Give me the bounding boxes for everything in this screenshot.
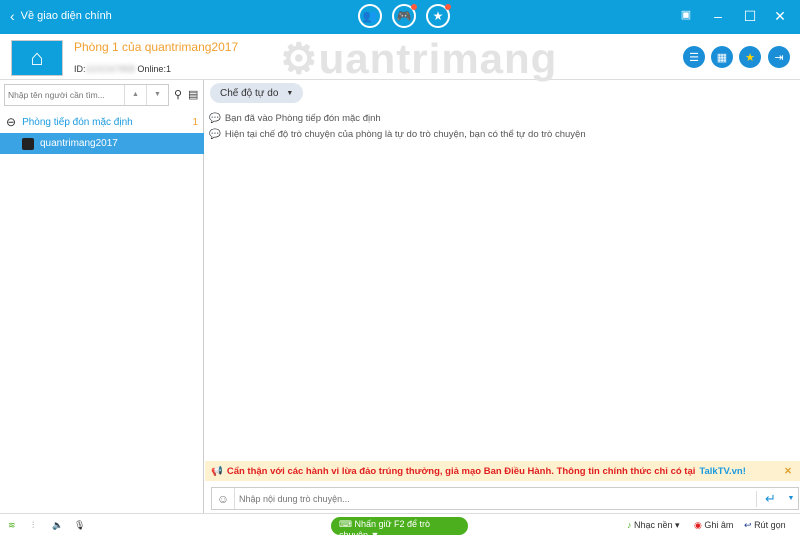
send-options-icon[interactable]: ▼	[784, 495, 798, 502]
back-label: Về giao diện chính	[20, 10, 112, 22]
close-warning-icon[interactable]: ✕	[784, 466, 792, 477]
star-icon: ★	[432, 9, 444, 23]
collapse-button[interactable]: ↩ Rút gọn	[744, 520, 786, 531]
wifi-icon: ≋	[8, 520, 16, 530]
user-search[interactable]: ▲▼	[4, 84, 169, 106]
exit-icon: ⇥	[774, 51, 784, 64]
grid-button[interactable]: ▦	[711, 46, 733, 68]
close-button[interactable]: ✕	[770, 8, 790, 25]
back-button[interactable]: ‹ Về giao diện chính	[10, 8, 112, 24]
star-icon: ★	[745, 51, 755, 64]
chat-message: 💬 Bạn đã vào Phòng tiếp đón mặc định	[209, 113, 381, 124]
user-avatar-icon	[22, 137, 34, 150]
emoji-icon[interactable]: ☺	[212, 492, 234, 506]
chat-mode-dropdown[interactable]: Chế độ tự do ▼	[210, 83, 304, 103]
collapse-icon: ⊖	[6, 115, 17, 129]
menu-button[interactable]: ☰	[683, 46, 705, 68]
chevron-left-icon: ‹	[10, 8, 15, 24]
menu-icon: ☰	[689, 51, 699, 64]
list-icon[interactable]: ▤	[188, 88, 198, 101]
megaphone-icon: 📢	[211, 465, 223, 477]
search-input[interactable]	[5, 90, 124, 100]
search-up-button[interactable]: ▲	[124, 85, 146, 105]
friends-button[interactable]: 👥	[358, 4, 382, 28]
speech-bubble-icon: 💬	[209, 113, 221, 124]
equalizer-icon[interactable]: ⫶	[32, 520, 34, 531]
room-id: ID:1102167858 Online:1	[74, 64, 171, 74]
room-house-icon: ⌂	[11, 40, 63, 76]
push-to-talk-button[interactable]: ⌨ Nhấn giữ F2 để trò chuyện ▼	[331, 517, 468, 540]
chat-input-box: ☺ ↵▼	[211, 487, 799, 510]
group-count: 1	[192, 116, 198, 128]
watermark-logo: ⚙uantrimang	[280, 35, 558, 82]
chat-message: 💬 Hiện tại chế độ trò chuyện của phòng là…	[209, 129, 586, 140]
room-title: Phòng 1 của quantrimang2017	[74, 40, 239, 54]
speech-bubble-icon: 💬	[209, 129, 221, 140]
pin-button[interactable]: ▣	[676, 8, 696, 21]
search-down-button[interactable]: ▼	[146, 85, 168, 105]
warning-banner: 📢 Cẩn thận với các hành vi lừa đảo trúng …	[205, 461, 800, 481]
record-button[interactable]: ◉ Ghi âm	[694, 520, 733, 531]
send-icon[interactable]: ↵	[756, 490, 784, 507]
user-item-selected[interactable]: quantrimang2017	[0, 133, 204, 154]
location-icon[interactable]: ⚲	[174, 88, 182, 101]
chat-input[interactable]	[234, 488, 756, 509]
group-row[interactable]: ⊖ Phòng tiếp đón mặc định 1	[0, 112, 204, 132]
grid-icon: ▦	[716, 51, 728, 64]
talktv-link[interactable]: TalkTV.vn!	[699, 466, 745, 477]
users-icon: 👥	[362, 9, 378, 23]
maximize-button[interactable]: ☐	[740, 8, 760, 25]
music-button[interactable]: ♪ Nhạc nền ▾	[627, 520, 680, 531]
minimize-button[interactable]: –	[708, 8, 728, 24]
favorites-button[interactable]: ★	[426, 4, 451, 28]
microphone-icon[interactable]: 🎙	[74, 520, 85, 531]
games-button[interactable]: 🎮	[392, 4, 417, 28]
exit-button[interactable]: ⇥	[768, 46, 790, 68]
gamepad-icon: 🎮	[396, 9, 412, 23]
keyboard-icon: ⌨	[339, 519, 355, 529]
favorite-button[interactable]: ★	[739, 46, 761, 68]
speaker-icon[interactable]: 🔈	[52, 520, 63, 531]
chevron-down-icon: ▼	[286, 89, 294, 97]
